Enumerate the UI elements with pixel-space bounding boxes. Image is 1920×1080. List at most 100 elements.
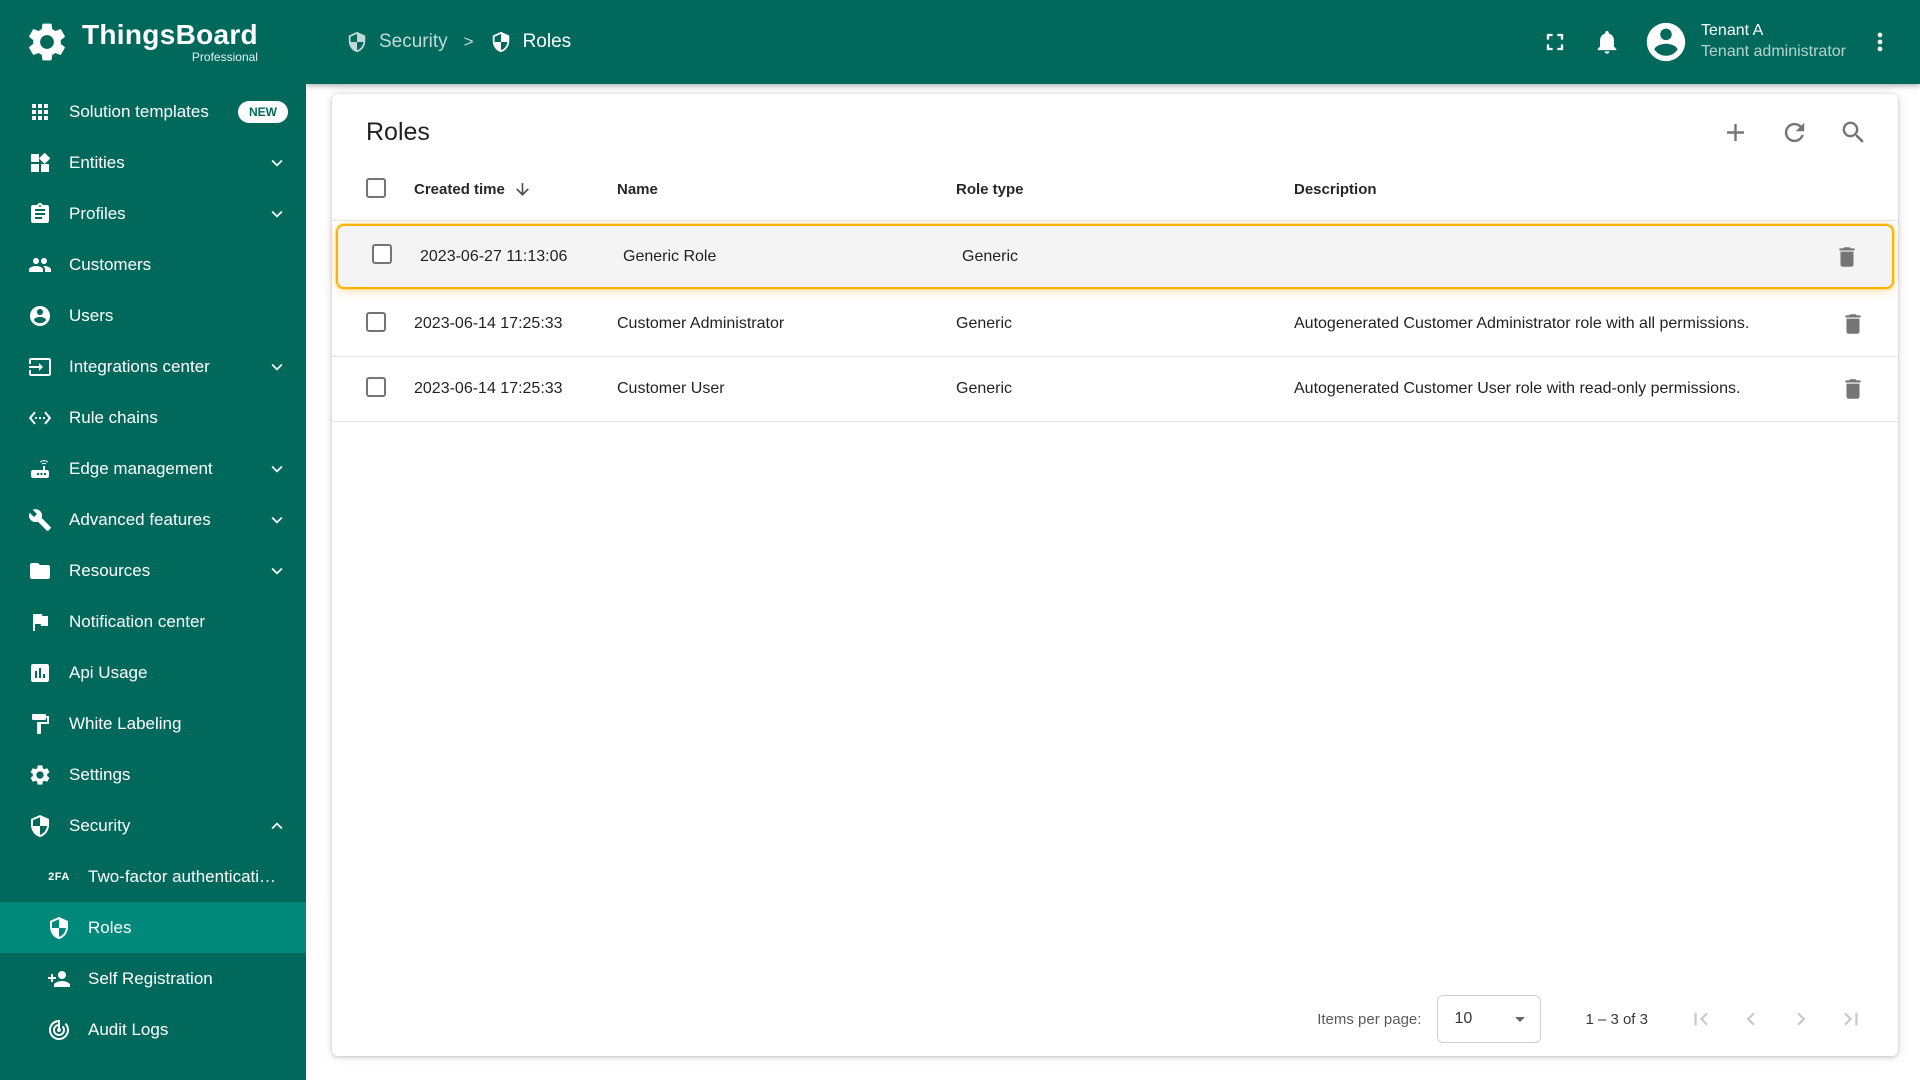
column-header-created-time[interactable]: Created time: [414, 180, 617, 199]
new-badge: NEW: [238, 100, 288, 123]
sidebar-item-label: Two-factor authenticati…: [88, 866, 277, 886]
first-page-button[interactable]: [1676, 994, 1726, 1044]
content-area: Roles Created time Name Role type Descri…: [306, 84, 1920, 1080]
people-icon: [28, 253, 52, 277]
table-header-row: Created time Name Role type Description: [332, 159, 1898, 221]
thingsboard-gear-logo-icon: [24, 19, 70, 65]
more-menu-button[interactable]: [1854, 16, 1906, 68]
sidebar-item-roles[interactable]: Roles: [0, 902, 306, 953]
fullscreen-icon: [1541, 28, 1569, 56]
sidebar-item-api-usage[interactable]: Api Usage: [0, 647, 306, 698]
sidebar-item-label: Rule chains: [69, 407, 158, 427]
page-size-select[interactable]: 10: [1437, 995, 1542, 1043]
sidebar-item-label: Audit Logs: [88, 1019, 169, 1039]
user-menu[interactable]: Tenant A Tenant administrator: [1643, 19, 1846, 65]
shield-icon: [346, 31, 368, 53]
input-icon: [28, 355, 52, 379]
breadcrumb-item-roles[interactable]: Roles: [490, 31, 572, 53]
person-add-icon: [47, 967, 71, 991]
last-page-button[interactable]: [1826, 994, 1876, 1044]
sidebar-item-white-labeling[interactable]: White Labeling: [0, 698, 306, 749]
sidebar-item-audit-logs[interactable]: Audit Logs: [0, 1004, 306, 1055]
chevron-down-icon: [266, 203, 288, 225]
breadcrumb-separator: >: [463, 32, 474, 51]
sidebar-item-security[interactable]: Security: [0, 800, 306, 851]
sidebar-item-label: Api Usage: [69, 662, 148, 682]
gear-icon: [28, 763, 52, 787]
assignment-icon: [28, 202, 52, 226]
select-all-checkbox[interactable]: [366, 177, 386, 198]
sidebar-item-advanced-features[interactable]: Advanced features: [0, 494, 306, 545]
breadcrumb-label: Roles: [522, 31, 572, 52]
cell-role-type: Generic: [956, 315, 1013, 332]
prev-page-icon: [1738, 1006, 1764, 1032]
sidebar-item-label: Settings: [69, 764, 131, 784]
row-checkbox[interactable]: [372, 244, 392, 264]
add-role-button[interactable]: [1721, 118, 1750, 147]
refresh-icon: [1780, 118, 1809, 147]
delete-icon: [1840, 311, 1866, 337]
flag-icon: [28, 610, 52, 634]
sidebar-nav: Solution templates NEW Entities Profiles Cus…: [0, 84, 306, 1080]
sort-down-icon[interactable]: [513, 180, 532, 199]
sidebar-item-notification-center[interactable]: Notification center: [0, 596, 306, 647]
first-page-icon: [1688, 1006, 1714, 1032]
sidebar-item-profiles[interactable]: Profiles: [0, 188, 306, 239]
delete-role-button[interactable]: [1840, 376, 1866, 402]
paint-icon: [28, 712, 52, 736]
next-page-button[interactable]: [1776, 994, 1826, 1044]
cell-role-type: Generic: [956, 380, 1013, 397]
avatar-icon: [1643, 19, 1689, 65]
sidebar-item-edge-management[interactable]: Edge management: [0, 443, 306, 494]
breadcrumb-item-security[interactable]: Security: [346, 31, 448, 53]
sidebar-item-two-factor-authenticati[interactable]: 2FA Two-factor authenticati…: [0, 851, 306, 902]
tenant-name: Tenant A: [1701, 22, 1764, 40]
search-button[interactable]: [1839, 118, 1868, 147]
sidebar-item-solution-templates[interactable]: Solution templates NEW: [0, 86, 306, 137]
sidebar-item-entities[interactable]: Entities: [0, 137, 306, 188]
refresh-button[interactable]: [1780, 118, 1809, 147]
page-size-value: 10: [1454, 1010, 1473, 1027]
column-header-description[interactable]: Description: [1294, 181, 1808, 198]
row-checkbox[interactable]: [366, 376, 386, 397]
column-header-name[interactable]: Name: [617, 181, 956, 198]
grid-icon: [28, 100, 52, 124]
app-root: ThingsBoard Professional Solution templa…: [0, 0, 1920, 1080]
chevron-down-icon: [266, 152, 288, 174]
sidebar-item-label: Profiles: [69, 203, 126, 223]
search-icon: [1839, 118, 1868, 147]
cell-name: Generic Role: [623, 247, 717, 265]
sidebar-item-settings[interactable]: Settings: [0, 749, 306, 800]
table-row-customer-administrator[interactable]: 2023-06-14 17:25:33 Customer Administrato…: [332, 292, 1898, 357]
cell-description: Autogenerated Customer User role with re…: [1294, 380, 1741, 397]
thingsboard-logo[interactable]: ThingsBoard Professional: [0, 0, 306, 84]
items-per-page-label: Items per page:: [1317, 1010, 1422, 1028]
tenant-role: Tenant administrator: [1701, 43, 1846, 60]
next-page-icon: [1788, 1006, 1814, 1032]
table-row-customer-user[interactable]: 2023-06-14 17:25:33 Customer User Generic A…: [332, 357, 1898, 422]
brand-subtitle: Professional: [191, 50, 258, 65]
table-row-generic-role[interactable]: 2023-06-27 11:13:06 Generic Role Generic: [336, 224, 1894, 289]
page-range-label: 1 – 3 of 3: [1585, 1010, 1648, 1028]
delete-role-button[interactable]: [1834, 244, 1860, 270]
breadcrumb-label: Security: [379, 31, 448, 52]
row-checkbox[interactable]: [366, 311, 386, 332]
select-all-cell: [332, 177, 414, 202]
sidebar-item-self-registration[interactable]: Self Registration: [0, 953, 306, 1004]
sidebar-item-rule-chains[interactable]: Rule chains: [0, 392, 306, 443]
chevron-down-icon: [266, 356, 288, 378]
folder-icon: [28, 559, 52, 583]
delete-role-button[interactable]: [1840, 311, 1866, 337]
sidebar-item-users[interactable]: Users: [0, 290, 306, 341]
sidebar-item-resources[interactable]: Resources: [0, 545, 306, 596]
table-empty-space: [332, 422, 1898, 982]
shield-icon: [47, 916, 71, 940]
column-header-role-type[interactable]: Role type: [956, 181, 1294, 198]
fullscreen-button[interactable]: [1529, 16, 1581, 68]
sidebar-item-integrations-center[interactable]: Integrations center: [0, 341, 306, 392]
previous-page-button[interactable]: [1726, 994, 1776, 1044]
chart-icon: [28, 661, 52, 685]
sidebar-item-customers[interactable]: Customers: [0, 239, 306, 290]
router-icon: [28, 457, 52, 481]
notifications-button[interactable]: [1581, 16, 1633, 68]
